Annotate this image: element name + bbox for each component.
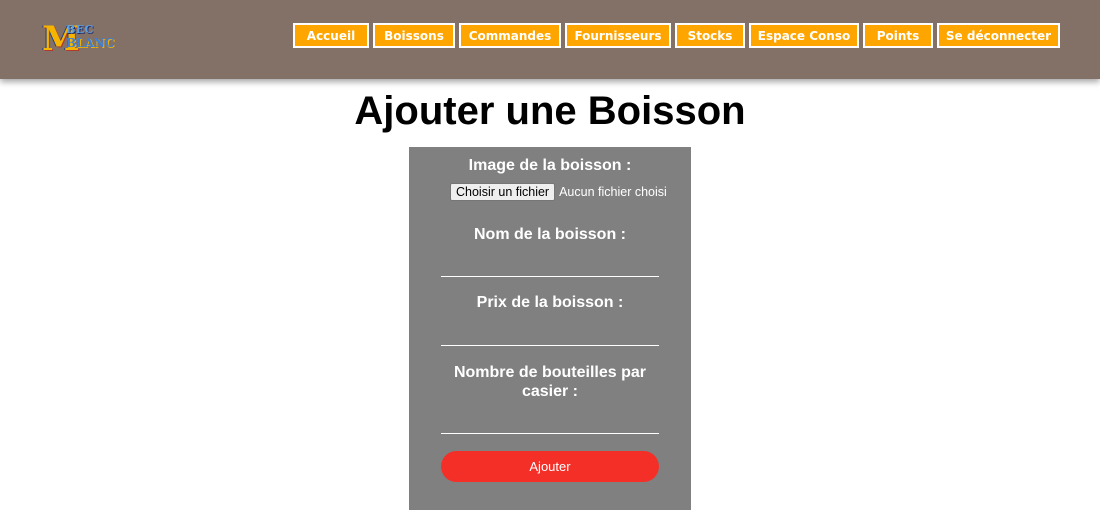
nav-item-fournisseurs[interactable]: Fournisseurs xyxy=(565,23,671,48)
drink-name-input[interactable] xyxy=(441,253,659,277)
add-drink-form: Image de la boisson : Choisir un fichier… xyxy=(409,147,691,510)
file-picker: Choisir un fichier Aucun fichier choisi xyxy=(450,182,667,201)
price-label: Prix de la boisson : xyxy=(476,294,624,311)
add-button[interactable]: Ajouter xyxy=(441,451,659,482)
header: M BEC BLANC Accueil Boissons Commandes F… xyxy=(0,0,1100,79)
file-status-text: Aucun fichier choisi xyxy=(559,184,667,199)
nav-item-espace-conso[interactable]: Espace Conso xyxy=(749,23,859,48)
nav-item-commandes[interactable]: Commandes xyxy=(459,23,561,48)
nav-item-accueil[interactable]: Accueil xyxy=(293,23,369,48)
page-title: Ajouter une Boisson xyxy=(354,89,746,133)
nav-item-boissons[interactable]: Boissons xyxy=(373,23,455,48)
bottles-label: Nombre de bouteilles par casier : xyxy=(453,364,647,400)
drink-price-input[interactable] xyxy=(441,322,659,346)
image-label: Image de la boisson : xyxy=(468,157,632,174)
nav-item-se-deconnecter[interactable]: Se déconnecter xyxy=(937,23,1060,48)
logo-line-2: BLANC xyxy=(66,36,115,50)
nav-item-points[interactable]: Points xyxy=(863,23,933,48)
site-logo[interactable]: M BEC BLANC xyxy=(42,20,120,58)
bottles-per-case-input[interactable] xyxy=(441,410,659,434)
name-label: Nom de la boisson : xyxy=(473,226,626,243)
logo-line-1: BEC xyxy=(66,23,94,36)
nav-item-stocks[interactable]: Stocks xyxy=(675,23,745,48)
choose-file-button[interactable]: Choisir un fichier xyxy=(450,182,556,201)
